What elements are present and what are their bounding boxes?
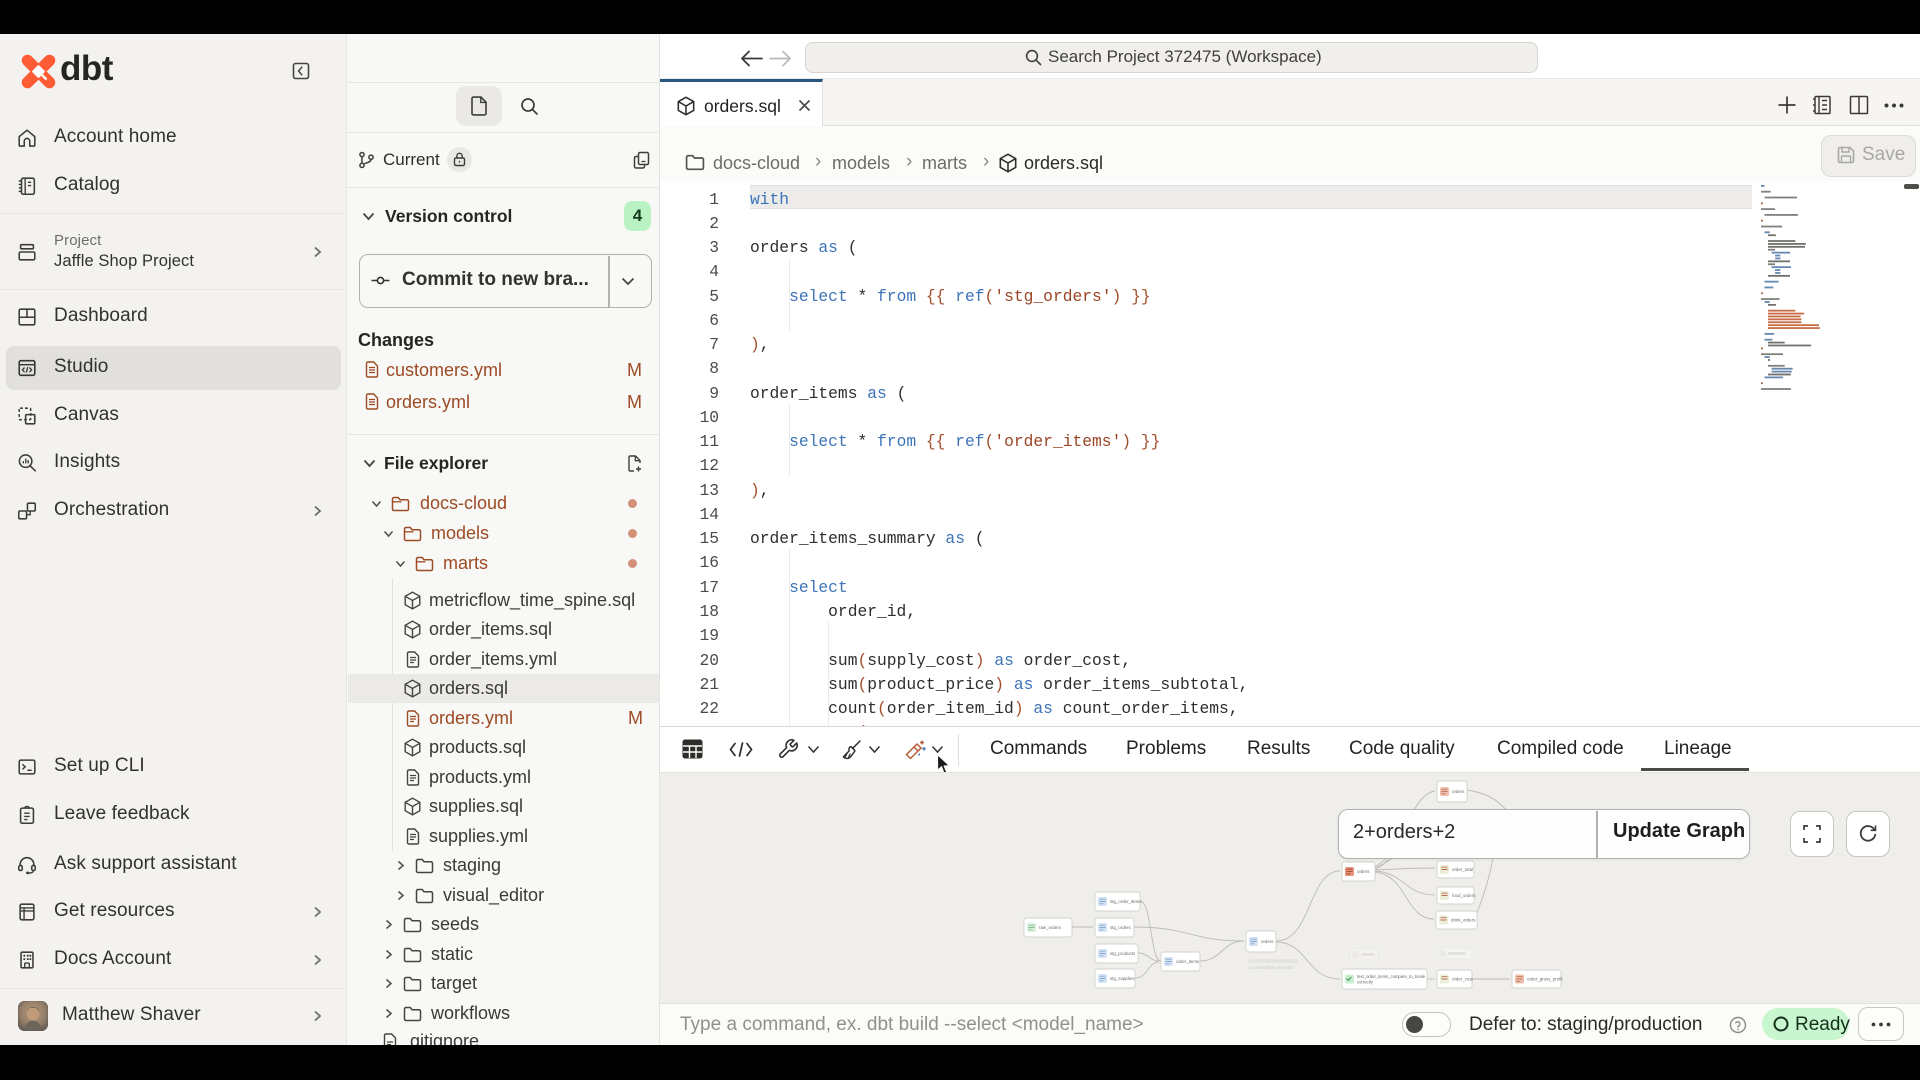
svg-text:order_gross_profit: order_gross_profit: [1527, 977, 1563, 982]
svg-text:raw_orders: raw_orders: [1039, 925, 1062, 930]
svg-text:no description provided: no description provided: [1248, 965, 1294, 970]
svg-text:orders: orders: [1452, 789, 1465, 794]
svg-text:orders: orders: [1357, 869, 1370, 874]
svg-text:correctly: correctly: [1357, 979, 1374, 984]
svg-text:stg_order_items: stg_order_items: [1110, 899, 1142, 904]
svg-text:drink_orders: drink_orders: [1451, 918, 1476, 923]
svg-text:stg_supplies: stg_supplies: [1110, 976, 1135, 981]
svg-text:stg_orders: stg_orders: [1110, 925, 1132, 930]
svg-text:order_cost: order_cost: [1452, 977, 1474, 982]
svg-text:orders: orders: [1261, 939, 1274, 944]
svg-text:food_orders: food_orders: [1452, 893, 1476, 898]
svg-text:order_items: order_items: [1176, 959, 1200, 964]
svg-text:stg_products: stg_products: [1110, 951, 1136, 956]
svg-text:order_total: order_total: [1452, 867, 1473, 872]
